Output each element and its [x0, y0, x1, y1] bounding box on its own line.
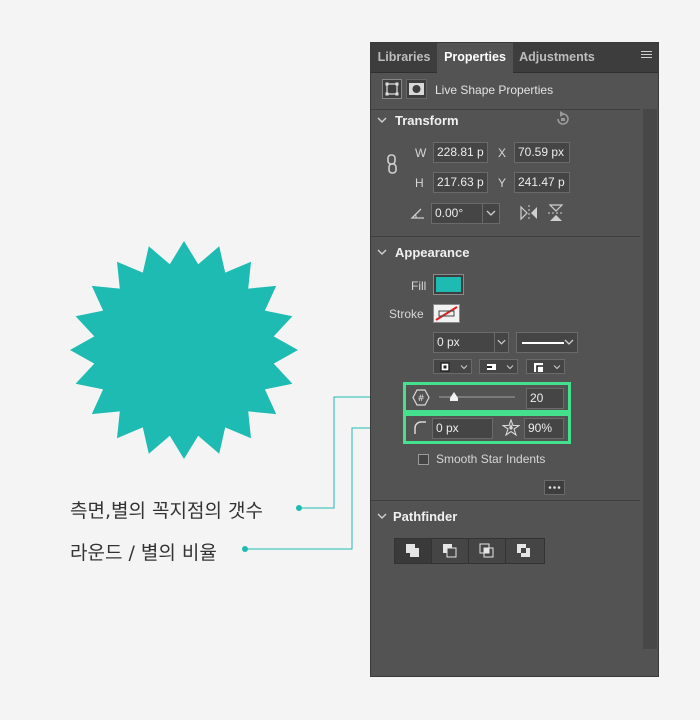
smooth-star-indents-label: Smooth Star Indents — [436, 452, 546, 466]
width-label: W — [415, 146, 427, 160]
stroke-align-icon — [440, 362, 450, 372]
divider — [371, 500, 640, 501]
no-stroke-icon — [435, 306, 458, 321]
chevron-down-icon — [553, 365, 561, 370]
corner-radius-field[interactable]: 0 px — [432, 418, 493, 439]
properties-panel: Libraries Properties Adjustments Live Sh… — [370, 42, 659, 677]
more-icon — [548, 486, 561, 489]
live-shape-transform-icon[interactable] — [382, 79, 402, 99]
section-title-transform[interactable]: Transform — [395, 113, 459, 128]
link-dimensions-icon[interactable] — [386, 153, 398, 175]
height-field[interactable]: 217.63 p — [433, 172, 488, 193]
stroke-color-swatch[interactable] — [433, 304, 460, 323]
combine-shapes-icon — [406, 544, 419, 557]
intersect-shapes-button[interactable] — [469, 539, 506, 563]
panel-header-title: Live Shape Properties — [435, 83, 554, 97]
panel-tab-bar: Libraries Properties Adjustments — [371, 43, 658, 73]
tab-libraries[interactable]: Libraries — [371, 43, 437, 72]
stroke-caps-dropdown[interactable] — [479, 359, 518, 374]
more-options-button[interactable] — [544, 480, 565, 495]
fill-color-swatch[interactable] — [433, 274, 464, 295]
flip-horizontal-icon[interactable] — [519, 204, 539, 222]
y-label: Y — [498, 176, 507, 190]
height-label: H — [415, 176, 424, 190]
panel-scrollbar[interactable] — [643, 109, 657, 649]
stroke-corner-icon — [534, 363, 543, 372]
sides-slider-thumb[interactable] — [449, 391, 459, 401]
y-position-field[interactable]: 241.47 p — [514, 172, 570, 193]
star-ratio-field[interactable]: 90% — [524, 418, 564, 439]
panel-menu-icon[interactable] — [641, 51, 652, 62]
stroke-line-preview — [522, 342, 564, 344]
angle-field[interactable]: 0.00° — [431, 203, 483, 224]
chevron-down-icon — [564, 339, 574, 345]
chevron-down-icon[interactable] — [377, 247, 387, 257]
tab-properties[interactable]: Properties — [437, 43, 513, 73]
chevron-down-icon — [506, 365, 514, 370]
sides-count-icon: # — [412, 389, 430, 406]
fill-color-chip — [436, 277, 461, 292]
stroke-cap-icon — [487, 364, 496, 370]
smooth-star-indents-checkbox[interactable] — [418, 454, 429, 465]
stroke-corners-dropdown[interactable] — [526, 359, 565, 374]
chevron-down-icon[interactable] — [377, 511, 387, 521]
divider — [371, 236, 640, 237]
star-ratio-icon — [502, 419, 520, 436]
stroke-label: Stroke — [389, 307, 424, 321]
stroke-align-dropdown[interactable] — [433, 359, 472, 374]
stroke-width-dropdown[interactable] — [494, 332, 509, 353]
reset-transform-icon[interactable] — [554, 111, 572, 128]
subtract-front-shape-icon — [443, 544, 457, 558]
section-title-appearance[interactable]: Appearance — [395, 245, 469, 260]
combine-shapes-button[interactable] — [395, 539, 432, 563]
chevron-down-icon — [497, 339, 506, 345]
exclude-overlap-icon — [517, 544, 530, 557]
stroke-width-field[interactable]: 0 px — [433, 332, 495, 353]
exclude-overlap-button[interactable] — [506, 539, 543, 563]
flip-vertical-icon[interactable] — [547, 203, 565, 223]
live-shape-mask-icon[interactable] — [406, 79, 427, 99]
sides-count-field[interactable]: 20 — [526, 388, 564, 409]
corner-radius-icon — [414, 421, 426, 434]
section-title-pathfinder[interactable]: Pathfinder — [393, 509, 457, 524]
x-label: X — [498, 146, 507, 160]
subtract-front-shape-button[interactable] — [432, 539, 469, 563]
divider — [371, 109, 640, 110]
pathfinder-buttons — [394, 538, 545, 564]
fill-label: Fill — [411, 279, 427, 293]
width-field[interactable]: 228.81 p — [433, 142, 488, 163]
angle-dropdown[interactable] — [482, 203, 500, 224]
intersect-shapes-icon — [479, 543, 494, 558]
chevron-down-icon — [486, 210, 496, 216]
tab-adjustments[interactable]: Adjustments — [513, 43, 601, 72]
x-position-field[interactable]: 70.59 px — [514, 142, 570, 163]
svg-text:#: # — [417, 394, 425, 404]
angle-icon — [410, 208, 424, 219]
stroke-type-dropdown[interactable] — [516, 332, 578, 353]
chevron-down-icon[interactable] — [377, 115, 387, 125]
chevron-down-icon — [460, 365, 468, 370]
